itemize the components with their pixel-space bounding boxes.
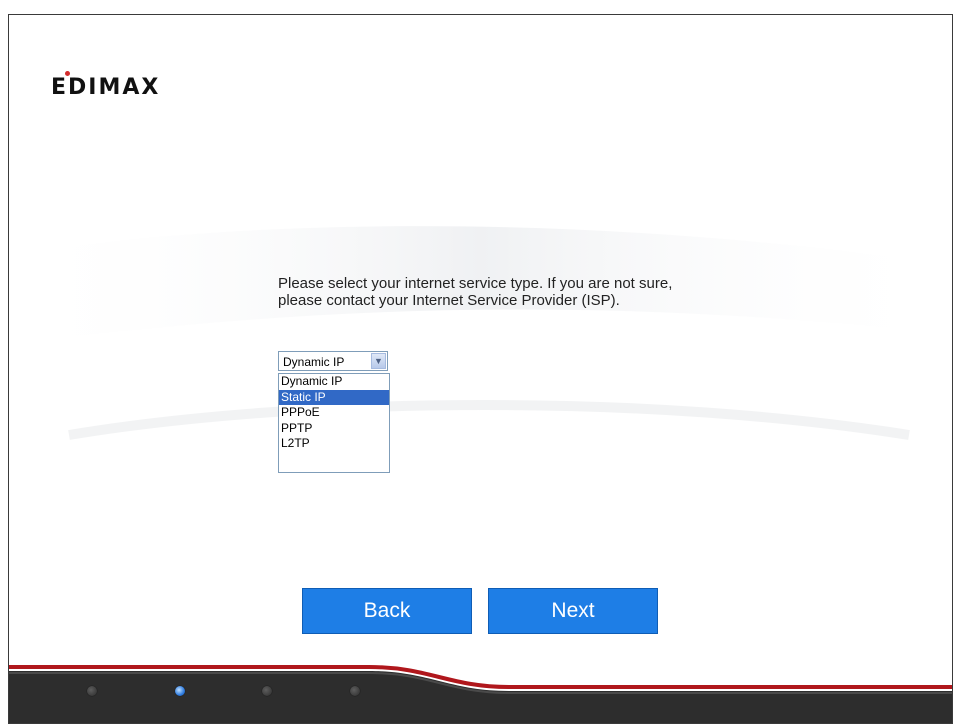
back-button[interactable]: Back [302,588,472,634]
logo-accent-dot [65,71,70,76]
footer-bar [9,665,952,723]
step-indicator-1 [87,686,97,696]
background-swoosh [9,226,952,440]
option-dynamic-ip[interactable]: Dynamic IP [279,374,389,390]
setup-wizard-window: EDIMAX [8,14,953,724]
service-type-options: Dynamic IP Static IP PPPoE PPTP L2TP [278,373,390,473]
step-indicator-3 [262,686,272,696]
option-l2tp[interactable]: L2TP [279,436,389,452]
option-pptp[interactable]: PPTP [279,421,389,437]
instruction-text: Please select your internet service type… [278,275,673,309]
step-indicator-4 [350,686,360,696]
next-button[interactable]: Next [488,588,658,634]
step-indicator-2 [175,686,185,696]
chevron-down-icon[interactable]: ▼ [371,353,386,369]
option-pppoe[interactable]: PPPoE [279,405,389,421]
select-value: Dynamic IP [283,355,345,369]
option-static-ip[interactable]: Static IP [279,389,389,405]
service-type-select[interactable]: Dynamic IP ▼ [278,351,388,371]
edimax-logo: EDIMAX [51,75,161,100]
